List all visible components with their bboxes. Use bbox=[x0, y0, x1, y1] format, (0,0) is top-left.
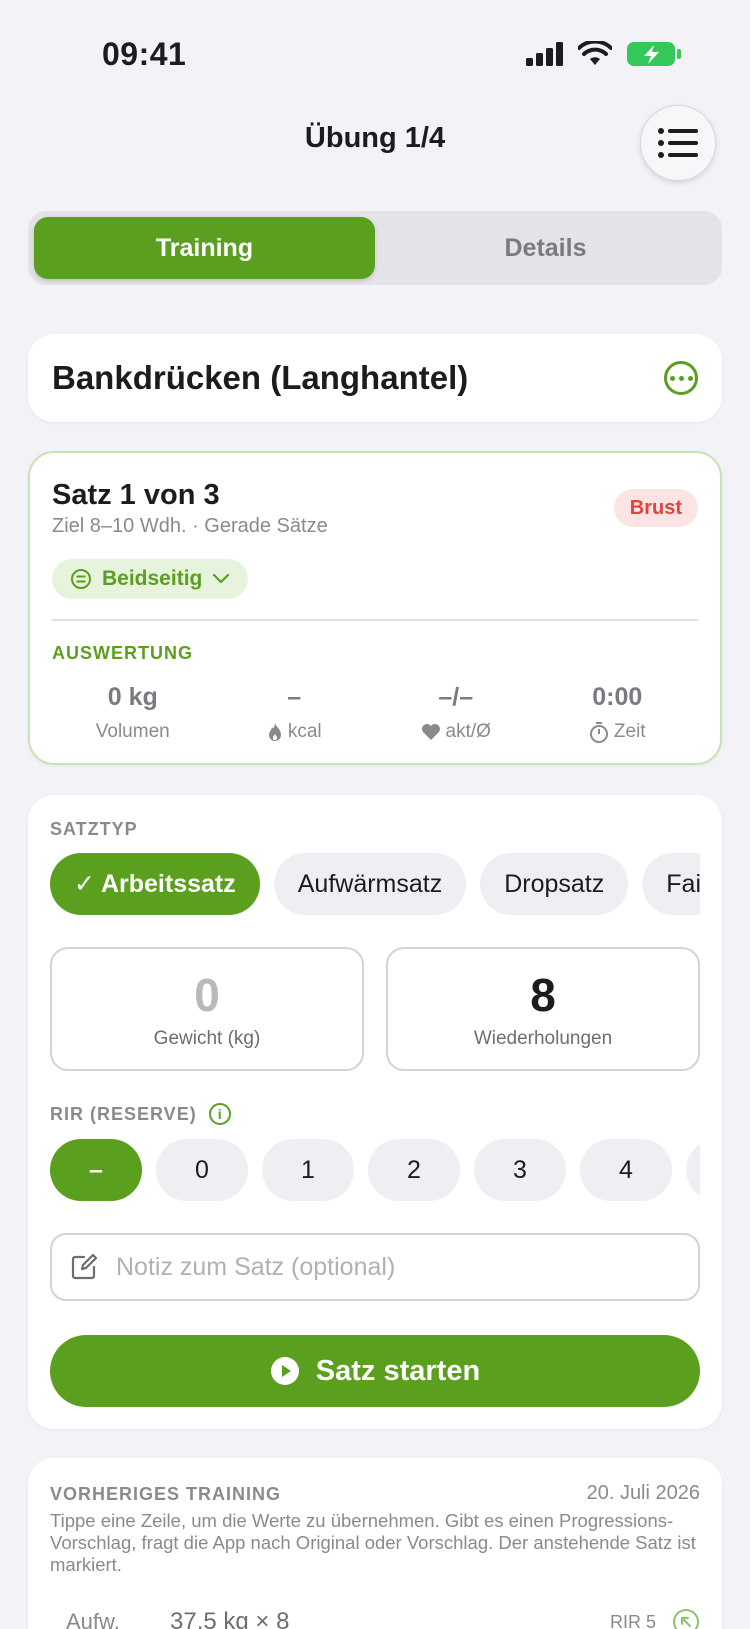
reps-value: 8 bbox=[530, 969, 556, 1021]
side-selector-label: Beidseitig bbox=[102, 567, 203, 590]
rir-options: – 0 1 2 3 4 5 bbox=[50, 1139, 700, 1201]
heart-icon bbox=[421, 724, 440, 740]
set-type-chips: ✓ Arbeitssatz Aufwärmsatz Dropsatz Failu… bbox=[50, 853, 700, 915]
page-title: Übung 1/4 bbox=[304, 122, 446, 154]
exercise-list-button[interactable] bbox=[640, 105, 716, 181]
play-icon bbox=[270, 1357, 299, 1385]
flame-icon bbox=[268, 723, 281, 741]
tab-switcher: Training Details bbox=[28, 211, 722, 285]
previous-training-card: VORHERIGES TRAINING 20. Juli 2026 Tippe … bbox=[28, 1458, 722, 1629]
start-set-label: Satz starten bbox=[315, 1354, 481, 1387]
exercise-card: Bankdrücken (Langhantel) bbox=[28, 334, 722, 422]
rir-option-4[interactable]: 4 bbox=[580, 1139, 672, 1201]
chip-working-set[interactable]: ✓ Arbeitssatz bbox=[50, 853, 260, 915]
rir-option-3[interactable]: 3 bbox=[474, 1139, 566, 1201]
chip-failure-set[interactable]: Failure bbox=[642, 853, 700, 915]
start-set-button[interactable]: Satz starten bbox=[50, 1335, 700, 1407]
chevron-down-icon bbox=[213, 573, 230, 584]
stat-kcal: – kcal bbox=[214, 683, 376, 743]
stat-heart-rate: –/– akt/Ø bbox=[375, 683, 537, 743]
value-inputs: 0 Gewicht (kg) 8 Wiederholungen bbox=[50, 947, 700, 1071]
weight-label: Gewicht (kg) bbox=[153, 1028, 261, 1049]
exercise-name: Bankdrücken (Langhantel) bbox=[52, 359, 469, 396]
more-options-icon[interactable] bbox=[664, 361, 698, 395]
tab-details[interactable]: Details bbox=[375, 217, 716, 279]
apply-arrow-icon bbox=[673, 1609, 699, 1629]
stopwatch-icon bbox=[589, 722, 608, 743]
chip-warmup-set[interactable]: Aufwärmsatz bbox=[273, 853, 467, 915]
weight-field[interactable]: 0 Gewicht (kg) bbox=[50, 947, 364, 1071]
chip-drop-set[interactable]: Dropsatz bbox=[480, 853, 629, 915]
previous-set-type: Aufw. bbox=[66, 1609, 120, 1629]
cellular-signal-icon bbox=[526, 42, 563, 66]
status-time: 09:41 bbox=[102, 36, 187, 72]
stat-label: kcal bbox=[287, 721, 322, 742]
stat-value: 0:00 bbox=[592, 683, 643, 711]
stat-value: – bbox=[287, 683, 302, 711]
evaluation-stats: 0 kg Volumen – kcal –/– akt/Ø 0:00 Zeit bbox=[52, 683, 698, 743]
list-icon bbox=[658, 128, 698, 158]
info-icon[interactable]: i bbox=[208, 1103, 231, 1125]
stat-label: Zeit bbox=[613, 721, 646, 742]
set-note-placeholder: Notiz zum Satz (optional) bbox=[116, 1252, 396, 1281]
stat-label: akt/Ø bbox=[445, 721, 491, 742]
reps-label: Wiederholungen bbox=[473, 1028, 613, 1049]
evaluation-label: AUSWERTUNG bbox=[52, 643, 193, 663]
wifi-icon bbox=[578, 41, 612, 65]
weight-value: 0 bbox=[194, 969, 220, 1021]
side-selector[interactable]: Beidseitig bbox=[52, 559, 249, 599]
side-icon bbox=[71, 569, 91, 589]
set-subtitle: Ziel 8–10 Wdh. · Gerade Sätze bbox=[52, 515, 328, 537]
set-note-input[interactable]: Notiz zum Satz (optional) bbox=[50, 1233, 700, 1301]
battery-charging-icon bbox=[627, 42, 681, 66]
status-icons bbox=[526, 40, 682, 68]
tab-training[interactable]: Training bbox=[34, 217, 375, 279]
rir-label-row: RIR (RESERVE) i bbox=[50, 1103, 231, 1125]
stat-label: Volumen bbox=[95, 721, 170, 742]
stat-volume: 0 kg Volumen bbox=[52, 683, 214, 743]
stat-value: 0 kg bbox=[107, 683, 158, 711]
rir-option-5[interactable]: 5 bbox=[686, 1139, 700, 1201]
rir-label: RIR (RESERVE) bbox=[50, 1103, 197, 1124]
rir-option-none[interactable]: – bbox=[50, 1139, 142, 1201]
previous-training-description: Tippe eine Zeile, um die Werte zu überne… bbox=[50, 1510, 696, 1575]
rir-option-0[interactable]: 0 bbox=[156, 1139, 248, 1201]
stat-value: –/– bbox=[438, 683, 474, 711]
previous-set-row[interactable]: Aufw. 37,5 kg × 8 RIR 5 bbox=[50, 1608, 700, 1629]
reps-field[interactable]: 8 Wiederholungen bbox=[386, 947, 700, 1071]
rir-option-1[interactable]: 1 bbox=[262, 1139, 354, 1201]
previous-set-rir: RIR 5 bbox=[609, 1611, 656, 1629]
set-info-card: Satz 1 von 3 Ziel 8–10 Wdh. · Gerade Sät… bbox=[28, 451, 722, 765]
previous-training-label: VORHERIGES TRAINING bbox=[50, 1484, 282, 1504]
stat-time: 0:00 Zeit bbox=[537, 683, 699, 743]
set-entry-card: SATZTYP ✓ Arbeitssatz Aufwärmsatz Dropsa… bbox=[28, 795, 722, 1429]
edit-note-icon bbox=[71, 1253, 98, 1280]
set-type-label: SATZTYP bbox=[50, 819, 138, 839]
rir-option-2[interactable]: 2 bbox=[368, 1139, 460, 1201]
previous-training-date: 20. Juli 2026 bbox=[586, 1482, 700, 1504]
divider bbox=[52, 619, 698, 621]
set-title: Satz 1 von 3 bbox=[52, 479, 220, 511]
previous-set-value: 37,5 kg × 8 bbox=[170, 1608, 290, 1629]
muscle-badge: Brust bbox=[613, 489, 698, 527]
